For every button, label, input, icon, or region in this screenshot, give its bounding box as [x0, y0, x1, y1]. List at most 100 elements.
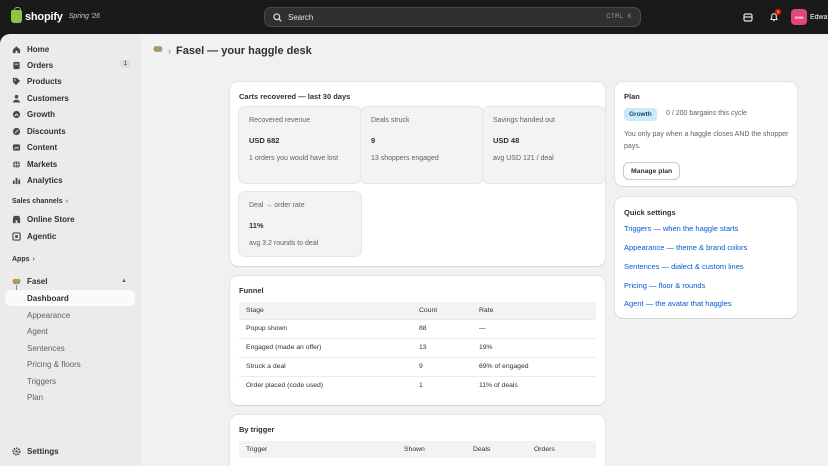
- tag-icon: [12, 77, 21, 86]
- shopify-logo[interactable]: shopify Spring '26: [11, 7, 101, 23]
- column-header: Stage: [239, 302, 412, 319]
- sidebar-item-analytics[interactable]: Analytics: [5, 172, 135, 188]
- home-icon: [12, 45, 21, 54]
- store-icon: [12, 215, 21, 224]
- sidebar-item-growth[interactable]: Growth: [5, 106, 135, 122]
- page-title: Fasel — your haggle desk: [176, 44, 312, 57]
- sidebar-app-fasel[interactable]: Fasel ▲: [5, 273, 135, 289]
- account-menu[interactable]: new Edwar: [791, 9, 828, 25]
- sidebar-item-label: Plan: [27, 392, 44, 402]
- column-header: Rate: [472, 302, 596, 319]
- discount-icon: [12, 127, 21, 136]
- stat-savings-handed-out: Savings handed out USD 48 avg USD 121 / …: [483, 107, 605, 183]
- brand-name: shopify: [25, 10, 63, 23]
- card-title: Funnel: [239, 286, 264, 295]
- sidebar-item-label: Appearance: [27, 310, 71, 320]
- sidebar-item-label: Orders: [27, 60, 54, 70]
- by-trigger-table: Trigger Shown Deals Orders: [239, 441, 596, 458]
- sidebar-item-label: Dashboard: [27, 293, 69, 303]
- sidebar-item-customers[interactable]: Customers: [5, 90, 135, 106]
- breadcrumb-separator: ›: [168, 45, 171, 56]
- sidebar-item-label: Customers: [27, 93, 69, 103]
- stat-value: USD 682: [249, 136, 280, 145]
- sidebar-item-label: Sentences: [27, 343, 65, 353]
- stat-recovered-revenue: Recovered revenue USD 682 1 orders you w…: [239, 107, 361, 183]
- table-row: Struck a deal 9 69% of engaged: [239, 356, 596, 376]
- table-row: Engaged (made an offer) 13 19%: [239, 337, 596, 357]
- apps-label: Apps: [12, 256, 30, 263]
- sidebar-subitem-plan[interactable]: Plan: [5, 389, 135, 405]
- search-icon: [273, 12, 282, 22]
- stat-label: Recovered revenue: [249, 117, 311, 124]
- shortcut-k: K: [627, 14, 632, 20]
- sidebar-subitem-pricing[interactable]: Pricing & floors: [5, 356, 135, 372]
- table-cell: Order placed (code used): [239, 375, 412, 395]
- table-row: Popup shown 88 —: [239, 318, 596, 338]
- orders-icon: [12, 61, 21, 70]
- fasel-app-icon: [153, 44, 163, 57]
- column-header: Deals: [466, 441, 527, 458]
- table-cell: 13: [412, 337, 472, 357]
- search-placeholder: Search: [288, 12, 314, 22]
- stat-value: 11%: [249, 221, 264, 230]
- sales-channels-header[interactable]: Sales channels ›: [12, 198, 68, 205]
- growth-icon: [12, 110, 21, 119]
- sidebar-item-discounts[interactable]: Discounts: [5, 123, 135, 139]
- card-title: Plan: [624, 92, 640, 101]
- sidebar-subitem-triggers[interactable]: Triggers: [5, 373, 135, 389]
- page-header: › Fasel — your haggle desk: [153, 44, 312, 57]
- sidebar-item-label: Agent: [27, 326, 48, 336]
- storefront-icon: [743, 13, 753, 22]
- notifications-button[interactable]: 1: [765, 8, 783, 26]
- quick-link-pricing[interactable]: Pricing — floor & rounds: [624, 281, 705, 290]
- sales-channels-label: Sales channels: [12, 198, 63, 205]
- stat-label: Deal → order rate: [249, 202, 305, 209]
- column-header: Orders: [527, 441, 596, 458]
- card-title: Carts recovered — last 30 days: [239, 92, 351, 101]
- quick-link-sentences[interactable]: Sentences — dialect & custom lines: [624, 262, 744, 271]
- avatar: new: [791, 9, 807, 25]
- edition-tag: Spring '26: [68, 13, 101, 20]
- search-input[interactable]: Search CTRL K: [264, 7, 641, 27]
- stat-value: USD 48: [493, 136, 520, 145]
- sidebar-item-home[interactable]: Home: [5, 41, 135, 57]
- table-cell: 69% of engaged: [472, 356, 596, 376]
- sidebar-item-label: Analytics: [27, 175, 63, 185]
- caret-up-icon: ▲: [121, 278, 127, 284]
- sidebar-item-label: Home: [27, 44, 50, 54]
- card-title: Quick settings: [624, 208, 676, 217]
- sidebar-item-label: Content: [27, 142, 58, 152]
- sidebar-item-label: Agentic: [27, 231, 57, 241]
- quick-link-triggers[interactable]: Triggers — when the haggle starts: [624, 224, 738, 233]
- quick-link-appearance[interactable]: Appearance — theme & brand colors: [624, 243, 747, 252]
- sidebar-item-markets[interactable]: Markets: [5, 156, 135, 172]
- store-switcher-button[interactable]: [739, 8, 757, 26]
- stat-subtext: avg 3.2 rounds to deal: [249, 240, 319, 247]
- globe-icon: [12, 160, 21, 169]
- sidebar-item-agentic[interactable]: Agentic: [5, 228, 135, 244]
- apps-header[interactable]: Apps ›: [12, 256, 35, 263]
- sidebar-item-content[interactable]: Content: [5, 139, 135, 155]
- manage-plan-button[interactable]: Manage plan: [624, 163, 680, 179]
- sidebar-item-label: Growth: [27, 109, 55, 119]
- quick-link-agent[interactable]: Agent — the avatar that haggles: [624, 299, 732, 308]
- sidebar-subitem-agent[interactable]: Agent: [5, 323, 135, 339]
- chart-icon: [12, 176, 21, 185]
- table-header-row: Stage Count Rate: [239, 302, 596, 319]
- chevron-right-icon: ›: [65, 198, 68, 205]
- sidebar-subitem-sentences[interactable]: Sentences: [5, 340, 135, 356]
- sidebar-item-orders[interactable]: Orders 1: [5, 57, 135, 73]
- sidebar-subitem-dashboard[interactable]: Dashboard: [5, 290, 135, 306]
- stat-subtext: 13 shoppers engaged: [371, 155, 439, 162]
- sidebar-subitem-appearance[interactable]: Appearance: [5, 307, 135, 323]
- funnel-card: Funnel Stage Count Rate Popup shown 88 —…: [230, 276, 605, 405]
- table-cell: Struck a deal: [239, 356, 412, 376]
- sidebar-item-label: Fasel: [27, 276, 48, 286]
- sidebar-item-online-store[interactable]: Online Store: [5, 211, 135, 227]
- column-header: Count: [412, 302, 472, 319]
- table-cell: 1: [412, 375, 472, 395]
- funnel-table: Stage Count Rate Popup shown 88 — Engage…: [239, 302, 596, 395]
- sidebar-item-settings[interactable]: Settings: [5, 443, 135, 459]
- sidebar-item-label: Pricing & floors: [27, 359, 81, 369]
- sidebar-item-products[interactable]: Products: [5, 73, 135, 89]
